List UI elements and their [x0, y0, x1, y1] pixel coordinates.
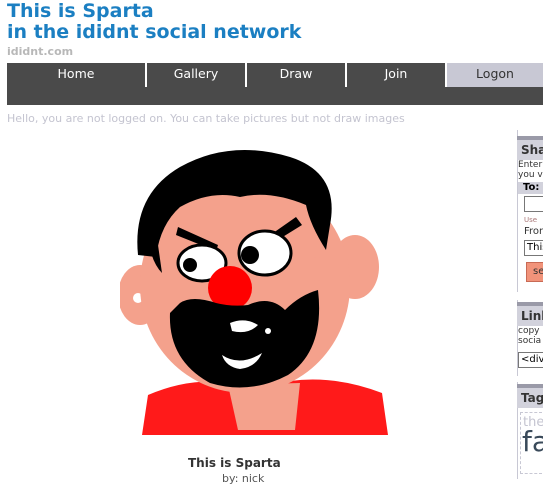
share-to-input[interactable]	[524, 196, 543, 212]
share-hint: Use	[524, 216, 538, 224]
tag-large[interactable]: fa	[522, 425, 543, 458]
link-panel-text: copy socia	[518, 326, 543, 346]
site-title-line-1: This is Sparta	[7, 0, 154, 22]
right-cheek	[307, 257, 327, 281]
share-send-button[interactable]: se	[526, 262, 543, 282]
left-pupil	[183, 258, 197, 272]
tags-panel-heading: Tag	[517, 384, 543, 408]
link-text-line-2: socia	[518, 336, 542, 346]
site-domain: ididnt.com	[7, 45, 74, 58]
nav-join-link[interactable]: Join	[347, 63, 447, 87]
share-panel-heading: Sha	[517, 136, 543, 160]
embed-code-input[interactable]: <div	[518, 352, 543, 368]
nav-home-link[interactable]: Home	[7, 63, 147, 87]
tag-cloud: the fa	[520, 412, 543, 474]
share-intro-line-2: you v	[518, 170, 543, 180]
main-navigation: Home Gallery Draw Join Logon	[7, 63, 543, 105]
share-from-input[interactable]: This	[524, 240, 543, 256]
nav-logon-link[interactable]: Logon	[447, 63, 543, 87]
share-to-label: To:	[518, 182, 543, 194]
sparta-drawing	[120, 149, 388, 435]
share-intro-line-1: Enter	[518, 160, 543, 170]
mouth-highlight	[265, 328, 271, 334]
link-text-line-1: copy	[518, 326, 540, 336]
link-panel-heading: Link	[517, 302, 543, 326]
right-pupil	[241, 246, 259, 264]
nav-draw-link[interactable]: Draw	[247, 63, 347, 87]
sidebar: Sha Enter you v To: Use From This se Lin…	[517, 130, 543, 479]
image-title: This is Sparta	[188, 456, 281, 470]
nav-gallery-link[interactable]: Gallery	[147, 63, 247, 87]
site-title-line-2: in the ididnt social network	[7, 21, 302, 43]
share-panel-intro: Enter you v	[518, 160, 543, 180]
login-status-message: Hello, you are not logged on. You can ta…	[7, 112, 405, 125]
share-from-label: From	[524, 226, 543, 237]
site-title: This is Sparta in the ididnt social netw…	[7, 1, 301, 43]
